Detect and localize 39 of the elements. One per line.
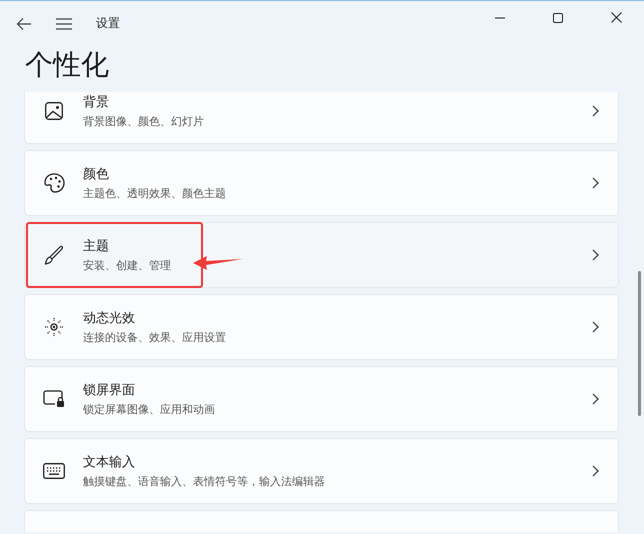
scrollbar[interactable] [638,271,641,416]
palette-icon [44,173,64,193]
settings-card[interactable]: 锁屏界面 锁定屏幕图像、应用和动画 [24,366,619,432]
annotation-arrow [193,256,243,270]
settings-card[interactable]: 背景 背景图像、颜色、幻灯片 [24,92,619,144]
settings-card[interactable]: 颜色 主题色、透明效果、颜色主题 [24,150,619,216]
card-title: 动态光效 [83,310,135,327]
settings-card[interactable]: 文本输入 触摸键盘、语音输入、表情符号等，输入法编辑器 [24,438,619,504]
card-subtitle: 安装、创建、管理 [83,258,171,273]
close-icon[interactable] [611,12,622,23]
back-icon[interactable] [16,16,32,30]
card-title: 颜色 [83,166,109,183]
chevron-right-icon [592,321,599,333]
window-title: 设置 [96,15,120,32]
menu-icon[interactable] [56,18,72,30]
lock-screen-icon [43,390,65,408]
settings-card[interactable]: 动态光效 连接的设备、效果、应用设置 [24,294,619,360]
card-title: 锁屏界面 [83,382,135,399]
card-subtitle: 锁定屏幕图像、应用和动画 [83,402,215,417]
settings-card[interactable]: 主题 安装、创建、管理 [24,222,619,288]
chevron-right-icon [592,249,599,261]
card-title: 主题 [83,238,109,255]
chevron-right-icon [592,105,599,117]
card-subtitle: 触摸键盘、语音输入、表情符号等，输入法编辑器 [83,474,325,489]
minimize-icon[interactable] [495,16,505,18]
chevron-right-icon [592,177,599,189]
maximize-icon[interactable] [553,12,563,22]
brush-icon [44,245,64,265]
chevron-right-icon [592,465,599,477]
card-subtitle: 连接的设备、效果、应用设置 [83,330,226,345]
card-subtitle: 背景图像、颜色、幻灯片 [83,114,204,129]
image-icon [45,102,63,120]
keyboard-icon [43,463,65,479]
page-title: 个性化 [24,47,110,83]
card-title: 背景 [83,94,109,111]
chevron-right-icon [592,393,599,405]
card-subtitle: 主题色、透明效果、颜色主题 [83,186,226,201]
card-title: 文本输入 [83,454,135,471]
sparkle-icon [44,317,64,337]
